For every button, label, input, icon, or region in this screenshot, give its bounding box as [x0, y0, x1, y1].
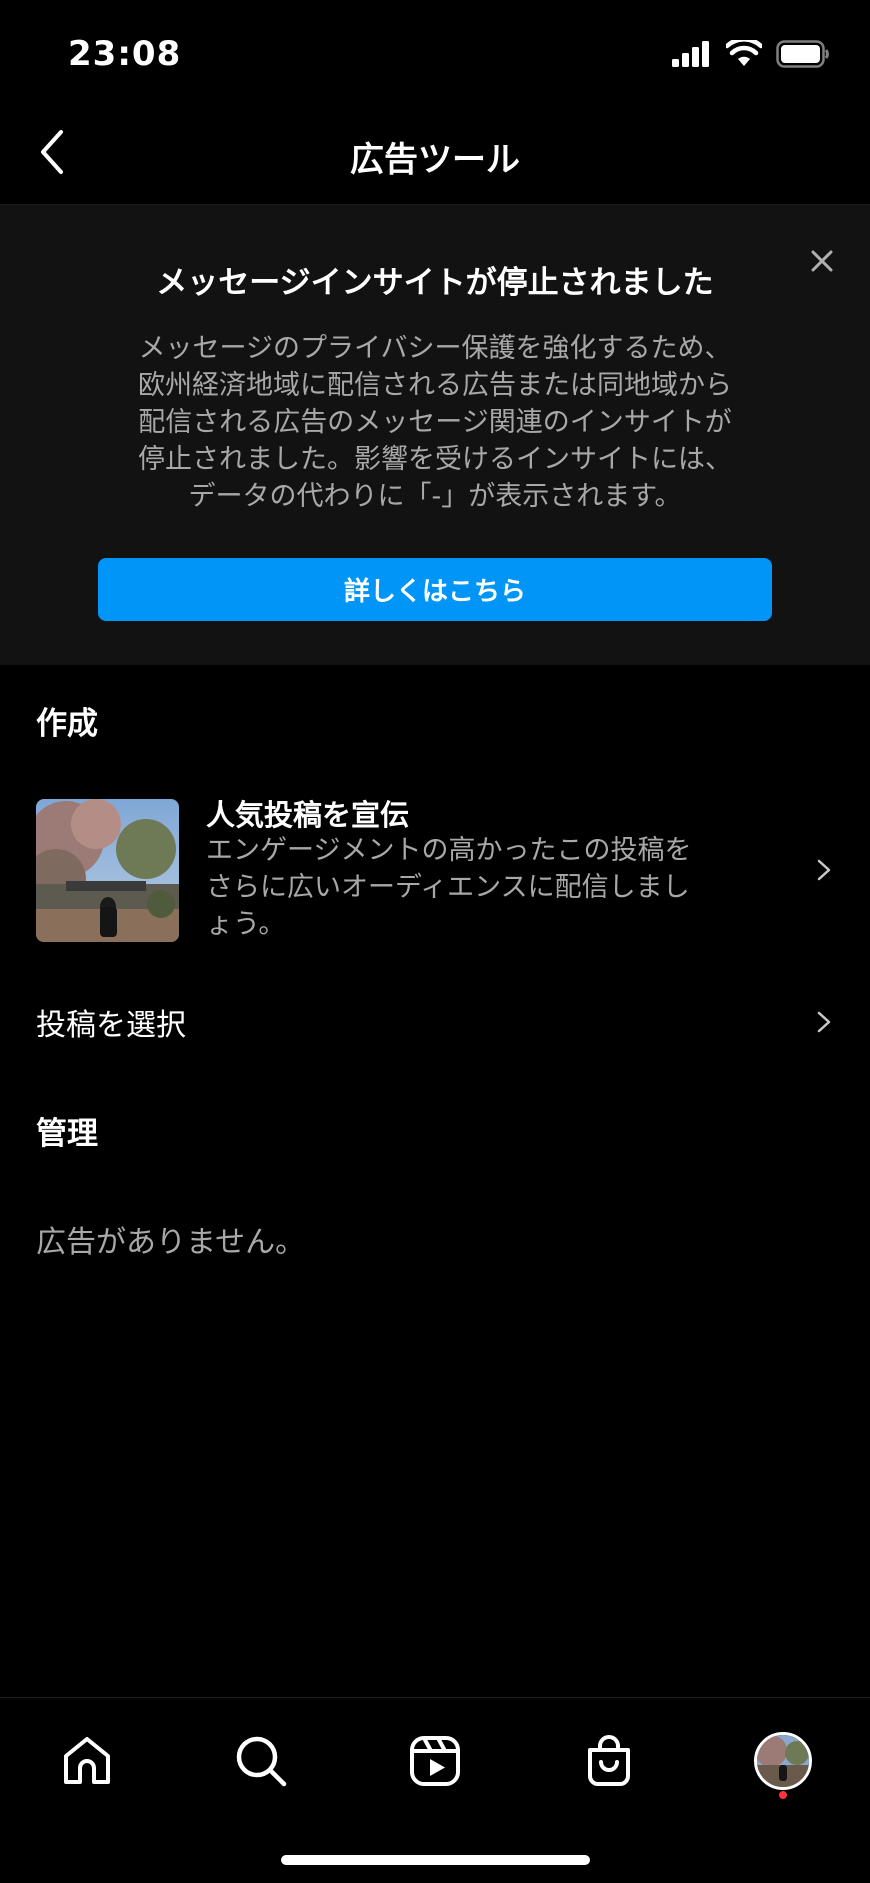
notice-body: メッセージのプライバシー保護を強化するため、 欧州経済地域に配信される広告または…: [90, 330, 780, 515]
notice-body-line: 配信される広告のメッセージ関連のインサイトが: [138, 407, 732, 438]
create-section-title: 作成: [36, 706, 98, 742]
promo-description-line: さらに広いオーディエンスに配信しまし: [206, 872, 690, 903]
status-time: 23:08: [68, 34, 182, 74]
home-indicator[interactable]: [281, 1855, 590, 1865]
wifi-icon: [726, 40, 762, 66]
promo-description-line: エンゲージメントの高かったこの投稿を: [206, 835, 692, 866]
no-ads-message: 広告がありません。: [36, 1225, 306, 1260]
learn-more-button[interactable]: 詳しくはこちら: [98, 558, 772, 621]
reels-icon: [410, 1736, 460, 1786]
tab-home[interactable]: [52, 1726, 122, 1796]
avatar: [754, 1732, 812, 1790]
promo-title: 人気投稿を宣伝: [206, 798, 410, 832]
status-bar: 23:08: [0, 0, 870, 110]
post-thumbnail: [36, 799, 179, 942]
notice-body-line: 欧州経済地域に配信される広告または同地域から: [138, 370, 732, 401]
tab-profile[interactable]: [748, 1726, 818, 1796]
battery-icon: [776, 40, 829, 68]
notice-body-line: 停止されました。影響を受けるインサイトには、: [138, 444, 732, 475]
notice-title: メッセージインサイトが停止されました: [156, 265, 714, 301]
chevron-right-icon: [817, 859, 831, 881]
message-insights-notice: メッセージインサイトが停止されました メッセージのプライバシー保護を強化するため…: [0, 205, 870, 665]
navigation-header: 広告ツール: [0, 110, 870, 205]
promo-description-line: ょう。: [206, 909, 286, 940]
notice-body-line: メッセージのプライバシー保護を強化するため、: [138, 333, 732, 364]
select-post-row[interactable]: 投稿を選択: [0, 990, 870, 1050]
tab-search[interactable]: [226, 1726, 296, 1796]
notification-dot: [779, 1791, 787, 1799]
chevron-right-icon: [817, 1011, 831, 1033]
select-post-label: 投稿を選択: [36, 1008, 186, 1043]
home-icon: [64, 1737, 110, 1784]
notice-body-line: データの代わりに「-」が表示されます。: [188, 481, 682, 512]
promo-description: エンゲージメントの高かったこの投稿を さらに広いオーディエンスに配信しまし ょう…: [206, 832, 746, 943]
status-icons: [672, 40, 830, 68]
tab-shop[interactable]: [574, 1726, 644, 1796]
shop-icon: [588, 1735, 630, 1786]
cellular-signal-icon: [672, 41, 709, 67]
tab-reels[interactable]: [400, 1726, 470, 1796]
manage-section-title: 管理: [36, 1116, 98, 1152]
search-icon: [236, 1736, 287, 1787]
promote-popular-post-row[interactable]: 人気投稿を宣伝 エンゲージメントの高かったこの投稿を さらに広いオーディエンスに…: [0, 790, 870, 950]
page-title: 広告ツール: [350, 140, 520, 180]
